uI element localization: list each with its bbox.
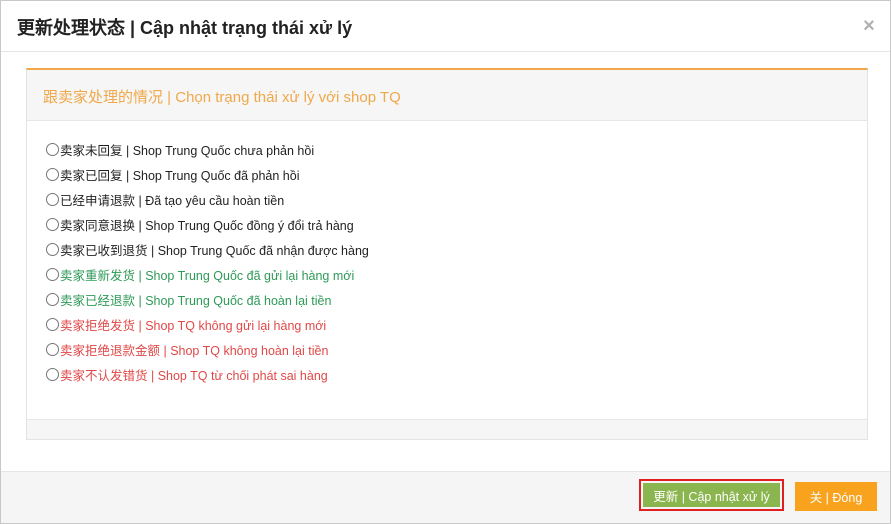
status-option-label: 卖家已回复 | Shop Trung Quốc đã phản hồi [60,169,300,183]
dialog-header: 更新处理状态 | Cập nhật trạng thái xử lý × [1,1,890,52]
status-option-seller-refused-reship[interactable]: 卖家拒绝发货 | Shop TQ không gửi lại hàng mới [46,312,846,337]
radio-button[interactable] [46,168,59,181]
update-button-highlight: 更新 | Cập nhật xử lý [639,479,784,511]
panel-footer [27,419,867,439]
radio-button[interactable] [46,293,59,306]
status-option-seller-denies-wrong-item[interactable]: 卖家不认发错货 | Shop TQ từ chối phát sai hàng [46,362,846,387]
radio-button[interactable] [46,143,59,156]
dialog-footer: 更新 | Cập nhật xử lý 关 | Đóng [1,471,890,523]
radio-button[interactable] [46,368,59,381]
panel-heading: 跟卖家处理的情况 | Chọn trạng thái xử lý với sho… [27,70,867,121]
update-button[interactable]: 更新 | Cập nhật xử lý [643,483,780,507]
status-option-seller-refunded[interactable]: 卖家已经退款 | Shop Trung Quốc đã hoàn lại tiề… [46,287,846,312]
status-option-seller-agreed-return[interactable]: 卖家同意退换 | Shop Trung Quốc đồng ý đổi trả … [46,212,846,237]
close-icon[interactable]: × [860,15,878,37]
status-option-label: 卖家拒绝退款金额 | Shop TQ không hoàn lại tiền [60,344,329,358]
status-options: 卖家未回复 | Shop Trung Quốc chưa phản hồi 卖家… [46,137,846,387]
radio-button[interactable] [46,193,59,206]
radio-button[interactable] [46,218,59,231]
status-option-label: 卖家未回复 | Shop Trung Quốc chưa phản hồi [60,144,315,158]
status-option-seller-replied[interactable]: 卖家已回复 | Shop Trung Quốc đã phản hồi [46,162,846,187]
status-option-label: 卖家已收到退货 | Shop Trung Quốc đã nhận được h… [60,244,369,258]
status-option-label: 卖家不认发错货 | Shop TQ từ chối phát sai hàng [60,369,328,383]
panel-heading-text: 跟卖家处理的情况 | Chọn trạng thái xử lý với sho… [43,89,401,106]
status-option-label: 卖家同意退换 | Shop Trung Quốc đồng ý đổi trả … [60,219,354,233]
status-option-label: 已经申请退款 | Đã tạo yêu cầu hoàn tiền [60,194,285,208]
status-option-seller-reshipped[interactable]: 卖家重新发货 | Shop Trung Quốc đã gửi lại hàng… [46,262,846,287]
dialog-title: 更新处理状态 | Cập nhật trạng thái xử lý [17,18,353,38]
radio-button[interactable] [46,343,59,356]
status-option-label: 卖家拒绝发货 | Shop TQ không gửi lại hàng mới [60,319,327,333]
status-option-seller-no-reply[interactable]: 卖家未回复 | Shop Trung Quốc chưa phản hồi [46,137,846,162]
status-option-label: 卖家重新发货 | Shop Trung Quốc đã gửi lại hàng… [60,269,355,283]
radio-button[interactable] [46,268,59,281]
update-status-dialog: 更新处理状态 | Cập nhật trạng thái xử lý × 跟卖家… [0,0,891,524]
radio-button[interactable] [46,243,59,256]
close-button[interactable]: 关 | Đóng [795,482,877,511]
status-option-label: 卖家已经退款 | Shop Trung Quốc đã hoàn lại tiề… [60,294,332,308]
status-option-seller-received-return[interactable]: 卖家已收到退货 | Shop Trung Quốc đã nhận được h… [46,237,846,262]
status-option-refund-requested[interactable]: 已经申请退款 | Đã tạo yêu cầu hoàn tiền [46,187,846,212]
status-panel: 跟卖家处理的情况 | Chọn trạng thái xử lý với sho… [26,68,868,440]
status-option-seller-refused-refund[interactable]: 卖家拒绝退款金额 | Shop TQ không hoàn lại tiền [46,337,846,362]
radio-button[interactable] [46,318,59,331]
